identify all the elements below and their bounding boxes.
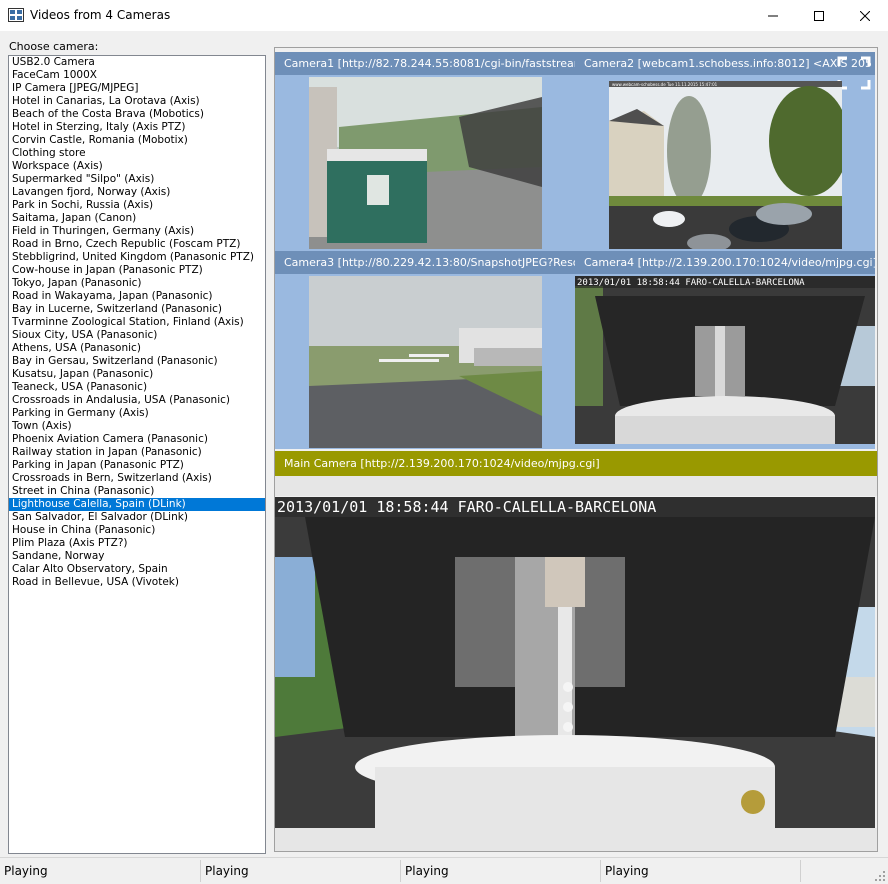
camera-list-item[interactable]: San Salvador, El Salvador (DLink) xyxy=(9,511,265,524)
camera1-video xyxy=(309,77,542,249)
main-camera-title: Main Camera [http://2.139.200.170:1024/v… xyxy=(275,451,877,476)
camera-list-item[interactable]: Workspace (Axis) xyxy=(9,160,265,173)
status-camera1: Playing xyxy=(4,864,48,878)
camera4-video: 2013/01/01 18:58:44 FARO-CALELLA-BARCELO… xyxy=(575,276,875,444)
main-camera-top-strip xyxy=(275,476,877,496)
fullscreen-icon[interactable] xyxy=(837,56,871,90)
camera-list-item[interactable]: Bay in Gersau, Switzerland (Panasonic) xyxy=(9,355,265,368)
video-panel: Camera1 [http://82.78.244.55:8081/cgi-bi… xyxy=(274,47,878,852)
camera-list-item[interactable]: Lavangen fjord, Norway (Axis) xyxy=(9,186,265,199)
camera-list-item[interactable]: Beach of the Costa Brava (Mobotics) xyxy=(9,108,265,121)
status-separator xyxy=(400,860,401,882)
maximize-button[interactable] xyxy=(796,0,842,31)
camera-list-item[interactable]: Crossroads in Andalusia, USA (Panasonic) xyxy=(9,394,265,407)
camera-list-item[interactable]: Road in Brno, Czech Republic (Foscam PTZ… xyxy=(9,238,265,251)
camera-list-item[interactable]: Tokyo, Japan (Panasonic) xyxy=(9,277,265,290)
camera1-cell[interactable]: Camera1 [http://82.78.244.55:8081/cgi-bi… xyxy=(275,52,575,251)
camera4-title: Camera4 [http://2.139.200.170:1024/video… xyxy=(575,251,875,274)
camera-list-item[interactable]: Field in Thuringen, Germany (Axis) xyxy=(9,225,265,238)
camera4-cell[interactable]: Camera4 [http://2.139.200.170:1024/video… xyxy=(575,251,875,449)
camera-list-item[interactable]: Parking in Germany (Axis) xyxy=(9,407,265,420)
camera-list-item[interactable]: Clothing store xyxy=(9,147,265,160)
camera-list-item[interactable]: Supermarked "Silpo" (Axis) xyxy=(9,173,265,186)
main-camera-video[interactable]: 2013/01/01 18:58:44 FARO-CALELLA-BARCELO… xyxy=(275,497,875,828)
minimize-icon xyxy=(768,15,778,16)
camera-list-item[interactable]: Athens, USA (Panasonic) xyxy=(9,342,265,355)
svg-text:2013/01/01 18:58:44 FARO-CALEL: 2013/01/01 18:58:44 FARO-CALELLA-BARCELO… xyxy=(577,278,805,288)
main-camera-bottom-strip xyxy=(275,828,877,851)
status-camera3: Playing xyxy=(405,864,449,878)
camera-list-item[interactable]: Hotel in Canarias, La Orotava (Axis) xyxy=(9,95,265,108)
status-camera2: Playing xyxy=(205,864,249,878)
camera-list-item[interactable]: Park in Sochi, Russia (Axis) xyxy=(9,199,265,212)
app-icon xyxy=(8,8,24,22)
status-separator xyxy=(800,860,801,882)
camera-list-item[interactable]: Sandane, Norway xyxy=(9,550,265,563)
close-icon xyxy=(860,10,870,21)
camera3-video xyxy=(309,276,542,448)
status-camera4: Playing xyxy=(605,864,649,878)
minimize-button[interactable] xyxy=(750,0,796,31)
camera-list-item[interactable]: Saitama, Japan (Canon) xyxy=(9,212,265,225)
close-button[interactable] xyxy=(842,0,888,31)
camera-list-item[interactable]: FaceCam 1000X xyxy=(9,69,265,82)
camera-list-item[interactable]: Road in Wakayama, Japan (Panasonic) xyxy=(9,290,265,303)
camera-list-item[interactable]: IP Camera [JPEG/MJPEG] xyxy=(9,82,265,95)
camera-list-item[interactable]: Teaneck, USA (Panasonic) xyxy=(9,381,265,394)
camera2-title: Camera2 [webcam1.schobess.info:8012] <AX… xyxy=(575,52,875,75)
camera-list-item[interactable]: Street in China (Panasonic) xyxy=(9,485,265,498)
camera-list-item[interactable]: Crossroads in Bern, Switzerland (Axis) xyxy=(9,472,265,485)
camera3-title: Camera3 [http://80.229.42.13:80/Snapshot… xyxy=(275,251,575,274)
camera-list-item[interactable]: USB2.0 Camera xyxy=(9,56,265,69)
camera-list-item[interactable]: Parking in Japan (Panasonic PTZ) xyxy=(9,459,265,472)
camera-list-item[interactable]: Stebbligrind, United Kingdom (Panasonic … xyxy=(9,251,265,264)
camera2-cell[interactable]: Camera2 [webcam1.schobess.info:8012] <AX… xyxy=(575,52,875,251)
maximize-icon xyxy=(814,10,824,21)
camera-list-item[interactable]: Railway station in Japan (Panasonic) xyxy=(9,446,265,459)
camera-list-item[interactable]: House in China (Panasonic) xyxy=(9,524,265,537)
camera-list-item[interactable]: Calar Alto Observatory, Spain xyxy=(9,563,265,576)
camera-list-item[interactable]: Lighthouse Calella, Spain (DLink) xyxy=(9,498,265,511)
camera-list-item[interactable]: Plim Plaza (Axis PTZ?) xyxy=(9,537,265,550)
title-bar: Videos from 4 Cameras xyxy=(0,0,888,31)
camera-list-item[interactable]: Sioux City, USA (Panasonic) xyxy=(9,329,265,342)
status-bar: Playing Playing Playing Playing xyxy=(0,857,888,884)
camera-list-item[interactable]: Corvin Castle, Romania (Mobotix) xyxy=(9,134,265,147)
status-separator xyxy=(200,860,201,882)
main-camera-overlay: 2013/01/01 18:58:44 FARO-CALELLA-BARCELO… xyxy=(277,498,656,516)
camera-list-item[interactable]: Kusatsu, Japan (Panasonic) xyxy=(9,368,265,381)
camera-list-item[interactable]: Hotel in Sterzing, Italy (Axis PTZ) xyxy=(9,121,265,134)
camera3-cell[interactable]: Camera3 [http://80.229.42.13:80/Snapshot… xyxy=(275,251,575,449)
camera-list-item[interactable]: Town (Axis) xyxy=(9,420,265,433)
camera-list-item[interactable]: Tvarminne Zoological Station, Finland (A… xyxy=(9,316,265,329)
camera-list[interactable]: USB2.0 Camera FaceCam 1000X IP Camera [JPE… xyxy=(8,55,266,854)
camera1-title: Camera1 [http://82.78.244.55:8081/cgi-bi… xyxy=(275,52,575,75)
choose-camera-label: Choose camera: xyxy=(9,40,99,53)
svg-text:www.webcam-schobess.de Tue 1: www.webcam-schobess.de Tue 11.11.2015 15… xyxy=(612,82,718,87)
camera-list-item[interactable]: Cow-house in Japan (Panasonic PTZ) xyxy=(9,264,265,277)
camera-list-item[interactable]: Phoenix Aviation Camera (Panasonic) xyxy=(9,433,265,446)
camera-list-item[interactable]: Bay in Lucerne, Switzerland (Panasonic) xyxy=(9,303,265,316)
camera2-video: www.webcam-schobess.de Tue 11.11.2015 15… xyxy=(609,81,842,249)
camera-list-item[interactable]: Road in Bellevue, USA (Vivotek) xyxy=(9,576,265,589)
status-separator xyxy=(600,860,601,882)
resize-grip-icon[interactable] xyxy=(874,870,886,882)
window-title: Videos from 4 Cameras xyxy=(30,8,171,22)
